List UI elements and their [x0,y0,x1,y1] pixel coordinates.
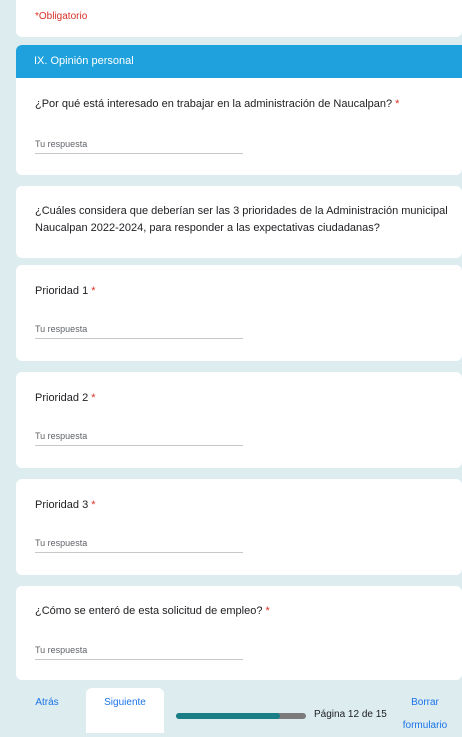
page-indicator: Página 12 de 15 [314,709,387,720]
source-card [16,586,462,680]
answer-input-source[interactable]: Tu respuesta [35,644,243,660]
answer-input-priority-1[interactable]: Tu respuesta [35,323,243,339]
question-label: ¿Cómo se enteró de esta solicitud de emp… [35,605,263,617]
priority-3-card [16,479,462,575]
priority-1-card [16,265,462,361]
section-title: IX. Opinión personal [34,55,134,67]
question-priority-3: Prioridad 3 * [35,497,96,514]
question-label: Prioridad 1 [35,285,89,297]
clear-form-label-line2: formulario [402,720,448,731]
clear-form-button[interactable]: Borrar formulario [388,688,462,733]
clear-form-label-line1: Borrar [411,697,439,708]
question-interest: ¿Por qué está interesado en trabajar en … [35,96,445,113]
question-label: ¿Por qué está interesado en trabajar en … [35,98,393,110]
back-button[interactable]: Atrás [16,688,78,733]
form-navigation: Atrás Siguiente Página 12 de 15 Borrar f… [16,688,462,733]
progress-fill [176,713,280,719]
required-asterisk: * [91,392,96,404]
question-label: ¿Cuáles considera que deberían ser las 3… [35,205,448,234]
question-label: Prioridad 2 [35,392,89,404]
required-note: *Obligatorio [35,11,88,22]
required-asterisk: * [91,499,96,511]
section-header: IX. Opinión personal [16,45,462,78]
answer-input-priority-2[interactable]: Tu respuesta [35,430,243,446]
question-label: Prioridad 3 [35,499,89,511]
question-priority-1: Prioridad 1 * [35,283,96,300]
progress-bar [176,713,306,719]
answer-input-interest[interactable]: Tu respuesta [35,138,243,154]
answer-input-priority-3[interactable]: Tu respuesta [35,537,243,553]
required-asterisk: * [265,605,270,617]
priority-2-card [16,372,462,468]
next-button[interactable]: Siguiente [86,688,164,733]
question-priority-2: Prioridad 2 * [35,390,96,407]
required-asterisk: * [395,98,400,110]
question-priorities: ¿Cuáles considera que deberían ser las 3… [35,203,450,237]
question-source: ¿Cómo se enteró de esta solicitud de emp… [35,603,270,620]
required-asterisk: * [91,285,96,297]
